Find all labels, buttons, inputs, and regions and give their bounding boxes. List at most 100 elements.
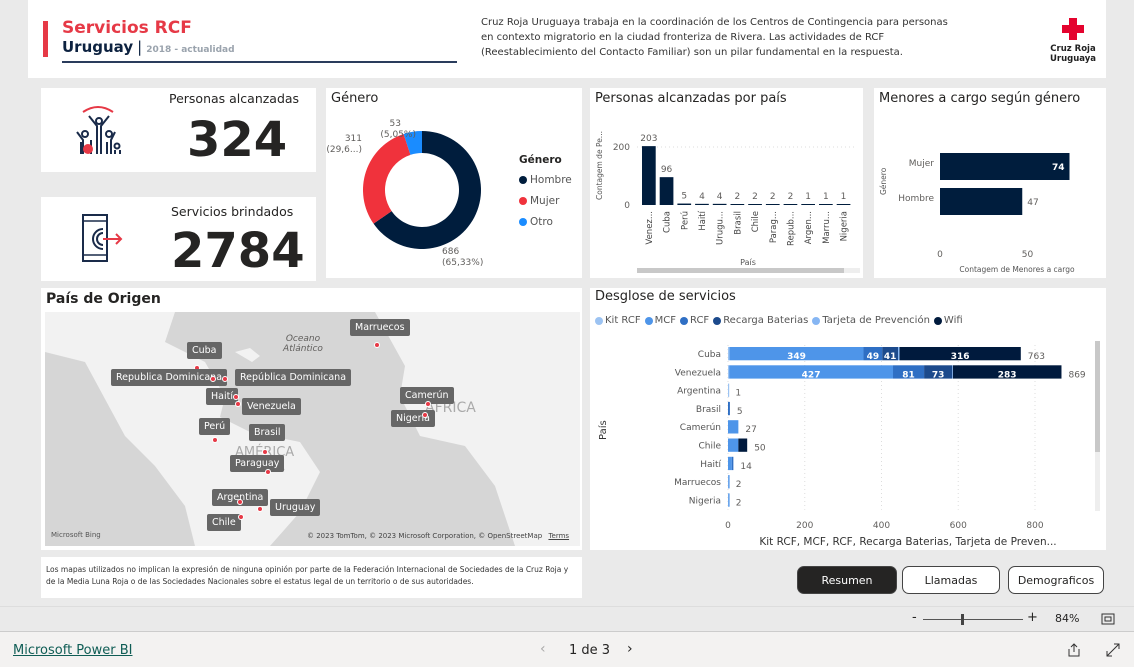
y-tick-label: 0 bbox=[624, 201, 630, 211]
red-cross-icon bbox=[1062, 18, 1084, 40]
bar[interactable] bbox=[836, 204, 851, 205]
bar-segment[interactable] bbox=[728, 347, 730, 361]
data-label: 203 bbox=[640, 134, 657, 144]
data-label: 5 bbox=[681, 192, 687, 202]
map-marker[interactable] bbox=[238, 514, 244, 520]
bar[interactable] bbox=[765, 204, 780, 205]
bar[interactable] bbox=[783, 204, 798, 205]
legend-item[interactable]: Otro bbox=[519, 211, 572, 232]
map-marker[interactable] bbox=[257, 506, 263, 512]
data-label: 49 bbox=[867, 352, 880, 362]
x-axis-label: País bbox=[740, 258, 756, 267]
total-label: 2 bbox=[736, 498, 742, 508]
fullscreen-icon[interactable] bbox=[1106, 643, 1120, 657]
kpi-personas-card: Personas alcanzadas 324 bbox=[41, 88, 316, 172]
x-tick-label: Parag... bbox=[769, 211, 779, 243]
bar[interactable] bbox=[940, 188, 1023, 215]
resumen-button[interactable]: Resumen bbox=[797, 566, 897, 594]
legend-item[interactable]: Hombre bbox=[519, 169, 572, 190]
map-marker[interactable] bbox=[233, 394, 239, 400]
bar[interactable] bbox=[748, 204, 762, 205]
map-marker[interactable] bbox=[422, 412, 428, 418]
zoom-slider[interactable] bbox=[923, 614, 1023, 625]
bar[interactable] bbox=[801, 204, 815, 205]
y-tick-label: Venezuela bbox=[675, 368, 721, 378]
bar-segment[interactable] bbox=[728, 365, 730, 379]
bar-segment[interactable] bbox=[728, 420, 739, 434]
map-view[interactable]: Oceano Atlántico ÁFRICA AMÉRICA DO SUL M… bbox=[45, 312, 580, 546]
subtitle-divider: | bbox=[137, 38, 143, 56]
terms-link[interactable]: Terms bbox=[548, 532, 569, 540]
bar[interactable] bbox=[940, 153, 1070, 180]
bar[interactable] bbox=[712, 203, 727, 205]
zoom-bar: - + 84% bbox=[0, 606, 1134, 630]
ocean-label: Oceano Atlántico bbox=[283, 334, 323, 354]
next-page-button[interactable]: › bbox=[627, 641, 633, 657]
report-title: Servicios RCF bbox=[62, 18, 192, 38]
x-tick-label: Cuba bbox=[663, 211, 673, 233]
x-tick-label: Brasil bbox=[733, 211, 743, 235]
power-bi-link[interactable]: Microsoft Power BI bbox=[13, 643, 132, 658]
bar[interactable] bbox=[677, 203, 692, 205]
personas-por-pais-chart[interactable]: 0 200 Contagem de Pe... País 203 Venez... 96 Cu… bbox=[590, 88, 863, 278]
report-period: 2018 - actualidad bbox=[146, 45, 235, 55]
bar-segment[interactable] bbox=[731, 456, 734, 471]
bar[interactable] bbox=[642, 146, 656, 205]
data-label: 283 bbox=[998, 370, 1017, 380]
desglose-chart[interactable]: 0 200 400 600 800 Kit RCF, MCF, RCF, Recarga … bbox=[590, 288, 1106, 550]
horizontal-scrollbar[interactable] bbox=[637, 268, 860, 273]
data-label: 1 bbox=[841, 192, 847, 202]
y-tick-label: Marruecos bbox=[674, 478, 721, 488]
bar[interactable] bbox=[730, 204, 745, 205]
bar-segment[interactable] bbox=[738, 438, 748, 452]
fit-to-page-icon[interactable] bbox=[1101, 613, 1115, 625]
x-tick-label: 800 bbox=[1026, 521, 1043, 531]
menores-chart[interactable]: Género Contagem de Menores a cargo 0 50 Muje… bbox=[874, 88, 1106, 278]
llamadas-button[interactable]: Llamadas bbox=[902, 566, 1000, 594]
map-marker[interactable] bbox=[265, 469, 271, 475]
map-marker[interactable] bbox=[210, 376, 216, 382]
prev-page-button[interactable]: ‹ bbox=[540, 641, 546, 657]
y-axis-label: Género bbox=[879, 167, 888, 195]
map-marker[interactable] bbox=[237, 499, 243, 505]
bar-segment[interactable] bbox=[728, 456, 732, 471]
zoom-in-button[interactable]: + bbox=[1027, 610, 1038, 625]
bar-segment[interactable] bbox=[728, 493, 730, 507]
demograficos-button[interactable]: Demograficos bbox=[1008, 566, 1104, 594]
map-marker[interactable] bbox=[222, 376, 228, 382]
vertical-scrollbar[interactable] bbox=[1095, 341, 1100, 511]
data-label: 4 bbox=[699, 192, 705, 202]
x-tick-label: Argen... bbox=[804, 211, 814, 244]
donut-slice-mujer[interactable] bbox=[363, 133, 411, 224]
bar[interactable] bbox=[695, 203, 709, 205]
map-label: Perú bbox=[199, 418, 231, 435]
bar-segment[interactable] bbox=[728, 383, 730, 397]
map-card: País de Origen Oceano Atlántico ÁFRICA A… bbox=[41, 288, 582, 550]
legend-item[interactable]: Mujer bbox=[519, 190, 572, 211]
total-label: 1 bbox=[735, 389, 741, 399]
header-card: Servicios RCF Uruguay | 2018 - actualida… bbox=[28, 0, 1106, 78]
share-icon[interactable] bbox=[1067, 643, 1081, 657]
y-tick-label: Haití bbox=[700, 460, 721, 470]
map-marker[interactable] bbox=[425, 401, 431, 407]
kpi-value: 2784 bbox=[171, 223, 305, 279]
bar-segment[interactable] bbox=[728, 401, 730, 416]
legend-label: Otro bbox=[530, 215, 553, 228]
map-marker[interactable] bbox=[235, 401, 241, 407]
bar-segment[interactable] bbox=[728, 475, 730, 489]
x-tick-label: Perú bbox=[680, 211, 690, 230]
bar-segment[interactable] bbox=[728, 438, 739, 452]
data-label: 1 bbox=[805, 192, 811, 202]
y-tick-label: Camerún bbox=[680, 423, 721, 433]
data-label: 2 bbox=[770, 192, 776, 202]
logo-text: Cruz Roja Uruguaya bbox=[1049, 44, 1097, 64]
bar[interactable] bbox=[659, 177, 674, 205]
map-marker[interactable] bbox=[212, 437, 218, 443]
x-tick-label: Repub... bbox=[786, 211, 796, 246]
bar-segment[interactable] bbox=[898, 347, 900, 361]
map-marker[interactable] bbox=[374, 342, 380, 348]
attribution-text: © 2023 TomTom, © 2023 Microsoft Corporat… bbox=[307, 532, 543, 540]
bar[interactable] bbox=[819, 204, 833, 205]
zoom-out-button[interactable]: - bbox=[912, 610, 917, 625]
data-label: 2 bbox=[788, 192, 794, 202]
